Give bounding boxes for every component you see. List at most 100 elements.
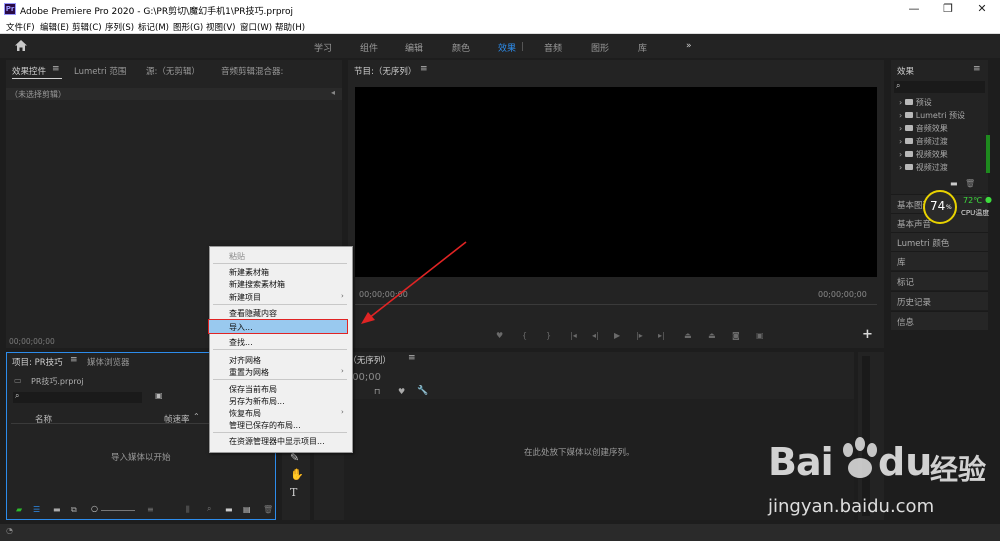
panel-lumetri-color[interactable]: Lumetri 颜色	[891, 232, 988, 251]
effects-item-audio-effects[interactable]: › 音频效果	[899, 123, 948, 134]
drop-media-hint: 在此处放下媒体以创建序列。	[524, 448, 635, 458]
lift-icon[interactable]: ⏏	[684, 331, 692, 340]
collapse-icon[interactable]: ◂	[331, 88, 335, 97]
menu-graphics[interactable]: 图形(G)	[173, 21, 203, 33]
go-to-out-icon[interactable]: ▸|	[658, 331, 665, 340]
export-frame-icon[interactable]: ◙	[732, 331, 740, 340]
project-search-input[interactable]: ⌕	[13, 391, 142, 403]
tab-audio-clip-mixer[interactable]: 音频剪辑混合器:	[221, 65, 283, 77]
effects-menu-icon[interactable]: ≡	[973, 64, 981, 74]
panel-markers[interactable]: 标记	[891, 271, 988, 290]
folder-icon	[904, 151, 913, 157]
timeline-menu-icon[interactable]: ≡	[408, 353, 416, 363]
workspace-editing[interactable]: 编辑	[405, 41, 423, 54]
menu-item-find[interactable]: 查找...	[229, 337, 253, 348]
freeform-view-icon[interactable]: ⧉	[71, 505, 77, 515]
wrench-icon[interactable]: 🔧	[417, 386, 428, 396]
menu-item-new-item[interactable]: 新建项目	[229, 292, 261, 303]
watermark-url: jingyan.baidu.com	[768, 496, 935, 517]
tab-effect-controls[interactable]: 效果控件	[12, 65, 46, 77]
home-icon[interactable]	[15, 40, 27, 51]
menu-item-restore-layout[interactable]: 恢复布局	[229, 408, 261, 419]
hand-tool-icon[interactable]: ✋	[290, 468, 304, 481]
panel-history[interactable]: 历史记录	[891, 291, 988, 310]
maximize-button[interactable]: ❐	[938, 2, 958, 16]
snap-icon[interactable]: ⊓	[374, 387, 380, 396]
menu-item-reveal-in-explorer[interactable]: 在资源管理器中显示项目...	[229, 436, 325, 447]
play-icon[interactable]: ▶	[614, 331, 620, 340]
project-menu-icon[interactable]: ≡	[70, 355, 78, 365]
mark-in-icon[interactable]: {	[522, 331, 527, 340]
comparison-view-icon[interactable]: ▣	[756, 331, 764, 340]
menu-marker[interactable]: 标记(M)	[138, 21, 169, 33]
workspace-color[interactable]: 颜色	[452, 41, 470, 54]
menu-item-view-hidden[interactable]: 查看隐藏内容	[229, 308, 277, 319]
new-item-icon[interactable]: ▤	[243, 505, 251, 514]
workspace-bar: 学习 组件 编辑 颜色 效果 音频 图形 库 »	[0, 34, 1000, 58]
panel-menu-icon[interactable]: ≡	[52, 64, 60, 74]
program-menu-icon[interactable]: ≡	[420, 64, 428, 74]
button-editor-add[interactable]: +	[862, 327, 873, 342]
effects-search-input[interactable]: ⌕	[894, 81, 985, 93]
find-icon[interactable]: ⌕	[207, 504, 211, 514]
menu-item-save-as-new-layout[interactable]: 另存为新布局...	[229, 396, 285, 407]
menu-file[interactable]: 文件(F)	[6, 21, 35, 33]
clear-icon[interactable]: 🗑	[263, 505, 273, 514]
add-marker-icon[interactable]: ♥	[496, 331, 503, 340]
window-title: Adobe Premiere Pro 2020 - G:\PR剪切\魔幻手机1\…	[20, 7, 294, 17]
menu-help[interactable]: 帮助(H)	[275, 21, 305, 33]
tab-project[interactable]: 项目: PR技巧	[12, 356, 63, 368]
effects-item-video-effects[interactable]: › 视频效果	[899, 149, 948, 160]
extract-icon[interactable]: ⏏	[708, 331, 716, 340]
step-back-icon[interactable]: ◂|	[592, 331, 599, 340]
add-marker-timeline-icon[interactable]: ♥	[398, 387, 405, 396]
menu-item-manage-layouts[interactable]: 管理已保存的布局...	[229, 420, 301, 431]
step-forward-icon[interactable]: |▸	[636, 331, 643, 340]
menu-item-reset-to-grid[interactable]: 重置为网格	[229, 367, 269, 378]
effects-item-audio-transitions[interactable]: › 音频过渡	[899, 136, 948, 147]
icon-view-icon[interactable]: ▬	[53, 505, 61, 514]
close-button[interactable]: ✕	[972, 2, 992, 16]
workspace-audio[interactable]: 音频	[544, 41, 562, 54]
menu-view[interactable]: 视图(V)	[206, 21, 235, 33]
menu-item-save-layout[interactable]: 保存当前布局	[229, 384, 277, 395]
zoom-slider-track[interactable]	[101, 510, 135, 511]
new-bin-folder-icon[interactable]: ▬	[225, 505, 233, 514]
effects-item-video-transitions[interactable]: › 视频过渡	[899, 162, 948, 173]
workspace-graphics[interactable]: 图形	[591, 41, 609, 54]
workspace-overflow-button[interactable]: »	[686, 41, 692, 51]
new-folder-icon[interactable]: ▬	[950, 179, 958, 188]
minimize-button[interactable]: —	[904, 2, 924, 16]
type-tool-icon[interactable]: T	[290, 486, 297, 499]
tab-source[interactable]: 源:（无剪辑）	[146, 65, 200, 77]
workspace-libraries[interactable]: 库	[638, 41, 647, 54]
workspace-assembly[interactable]: 组件	[360, 41, 378, 54]
panel-info[interactable]: 信息	[891, 311, 988, 330]
tab-lumetri-scopes[interactable]: Lumetri 范围	[74, 65, 126, 77]
list-view-icon[interactable]: ☰	[33, 505, 40, 514]
effects-item-presets[interactable]: › 预设	[899, 97, 932, 108]
menu-edit[interactable]: 编辑(E)	[40, 21, 69, 33]
workspace-effects[interactable]: 效果	[498, 41, 516, 54]
automate-to-sequence-icon[interactable]: ⫼	[186, 505, 190, 515]
menu-item-new-search-bin[interactable]: 新建搜索素材箱	[229, 279, 285, 290]
sort-icon[interactable]: ≡	[147, 505, 154, 514]
mark-out-icon[interactable]: }	[546, 331, 551, 340]
menu-item-paste[interactable]: 粘贴	[229, 251, 245, 262]
menu-sequence[interactable]: 序列(S)	[105, 21, 134, 33]
new-bin-icon[interactable]: ▣	[155, 391, 163, 400]
delete-icon[interactable]: 🗑	[965, 179, 975, 188]
lock-icon[interactable]: ▰	[16, 505, 22, 514]
effects-item-lumetri-presets[interactable]: › Lumetri 预设	[899, 110, 965, 121]
workspace-learning[interactable]: 学习	[314, 41, 332, 54]
sort-ascending-icon[interactable]: ⌃	[193, 412, 200, 421]
menu-window[interactable]: 窗口(W)	[240, 21, 272, 33]
panel-libraries[interactable]: 库	[891, 251, 988, 270]
go-to-in-icon[interactable]: |◂	[570, 331, 577, 340]
menu-item-new-bin[interactable]: 新建素材箱	[229, 267, 269, 278]
menu-item-import[interactable]: 导入...	[208, 319, 348, 334]
menu-item-align-to-grid[interactable]: 对齐网格	[229, 355, 261, 366]
zoom-slider-handle[interactable]: ○	[91, 504, 98, 513]
tab-media-browser[interactable]: 媒体浏览器	[87, 356, 130, 368]
menu-clip[interactable]: 剪辑(C)	[72, 21, 102, 33]
